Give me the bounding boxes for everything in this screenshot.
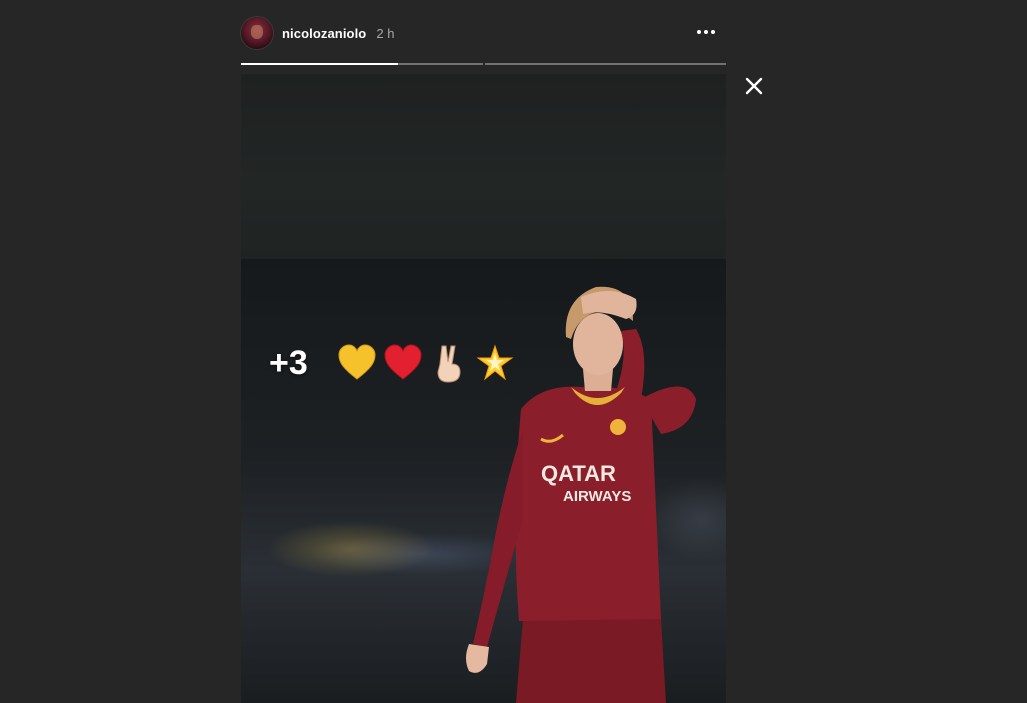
post-time: 2 h bbox=[376, 25, 395, 41]
progress-segment-2 bbox=[485, 63, 726, 65]
victory-hand-icon bbox=[437, 345, 461, 383]
yellow-heart-icon bbox=[338, 344, 376, 380]
close-icon[interactable] bbox=[744, 76, 764, 96]
red-heart-icon bbox=[384, 344, 422, 380]
caption-text: +3 bbox=[269, 343, 308, 382]
story-media[interactable]: QATAR AIRWAYS +3 bbox=[241, 74, 726, 703]
story-photo: QATAR AIRWAYS bbox=[241, 259, 726, 703]
story-progress bbox=[241, 63, 726, 65]
svg-text:AIRWAYS: AIRWAYS bbox=[563, 488, 631, 505]
more-options-icon[interactable] bbox=[694, 22, 718, 42]
progress-segment-1-fill bbox=[241, 63, 399, 65]
player-image: QATAR AIRWAYS bbox=[466, 286, 696, 703]
media-top-band bbox=[241, 74, 726, 259]
svg-text:QATAR: QATAR bbox=[541, 461, 616, 486]
emoji-row bbox=[336, 342, 516, 384]
username[interactable]: nicolozaniolo bbox=[282, 26, 366, 41]
progress-segment-1 bbox=[241, 63, 483, 65]
glowing-star-icon bbox=[476, 344, 514, 381]
story-caption: +3 bbox=[269, 342, 516, 384]
story-container: nicolozaniolo 2 h QATAR AIRWAYS +3 bbox=[241, 0, 726, 703]
story-header: nicolozaniolo 2 h bbox=[241, 14, 726, 52]
avatar[interactable] bbox=[241, 17, 273, 49]
story-viewer: nicolozaniolo 2 h QATAR AIRWAYS +3 bbox=[0, 0, 1027, 703]
